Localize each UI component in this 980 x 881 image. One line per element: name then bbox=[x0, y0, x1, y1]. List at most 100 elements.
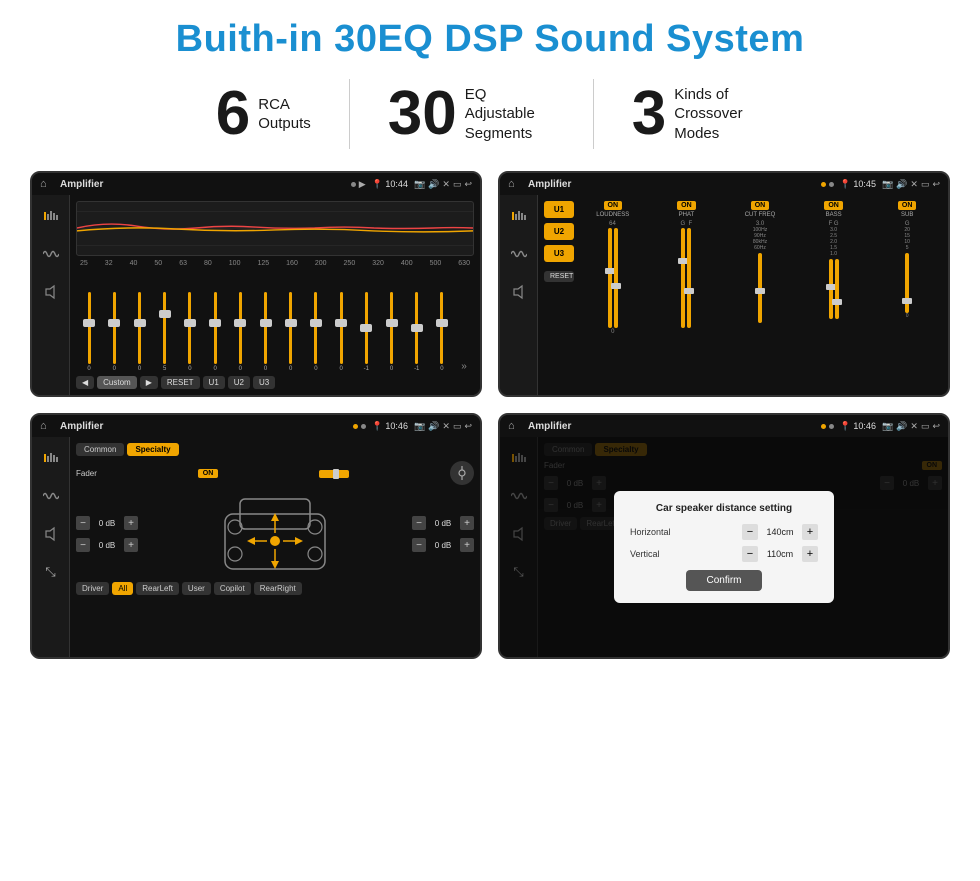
eq-custom-btn[interactable]: Custom bbox=[97, 376, 137, 389]
stat-number-6: 6 bbox=[216, 83, 250, 145]
eq-u3-btn[interactable]: U3 bbox=[253, 376, 275, 389]
eq-band-7[interactable]: 0 bbox=[229, 292, 251, 372]
speaker-diagram-area: − 0 dB + − 0 dB + bbox=[76, 489, 474, 579]
eq-band-1[interactable]: 0 bbox=[78, 292, 100, 372]
btn-user[interactable]: User bbox=[182, 582, 211, 595]
horizontal-plus[interactable]: + bbox=[802, 524, 818, 540]
eq-band-10[interactable]: 0 bbox=[305, 292, 327, 372]
db-plus-rl[interactable]: + bbox=[124, 538, 138, 552]
dot-icon-1 bbox=[351, 182, 356, 187]
btn-copilot[interactable]: Copilot bbox=[214, 582, 251, 595]
preset-u2[interactable]: U2 bbox=[544, 223, 574, 240]
eq-band-3[interactable]: 0 bbox=[128, 292, 150, 372]
fader-content: ⤡ Common Specialty Fader ON bbox=[32, 437, 480, 657]
dot-icon-4a bbox=[821, 424, 826, 429]
fader-slider-mini[interactable] bbox=[319, 468, 349, 478]
fader-sidebar: ⤡ bbox=[32, 437, 70, 657]
phat-slider[interactable]: G F bbox=[681, 221, 693, 335]
sidebar-fader-expand-icon[interactable]: ⤡ bbox=[38, 559, 64, 585]
app-name-3: Amplifier bbox=[60, 421, 347, 432]
eq-band-4[interactable]: 5 bbox=[154, 292, 176, 372]
on-badge-loudness: ON bbox=[604, 201, 623, 210]
stat-label-crossover: Kinds ofCrossover Modes bbox=[674, 85, 764, 144]
preset-u3[interactable]: U3 bbox=[544, 245, 574, 262]
db-minus-fl[interactable]: − bbox=[76, 516, 90, 530]
db-control-rr: − 0 dB + bbox=[412, 538, 474, 552]
sidebar-wave-icon[interactable] bbox=[38, 241, 64, 267]
db-plus-fr[interactable]: + bbox=[460, 516, 474, 530]
db-minus-rr[interactable]: − bbox=[412, 538, 426, 552]
eq-band-6[interactable]: 0 bbox=[204, 292, 226, 372]
vol-icon-1: 🔊 bbox=[428, 179, 439, 190]
crossover-reset-btn[interactable]: RESET bbox=[544, 271, 574, 282]
crossover-channels: U1 U2 U3 RESET ON LOUDNESS bbox=[544, 201, 942, 335]
confirm-button[interactable]: Confirm bbox=[686, 570, 761, 591]
batt-icon-1: ▭ bbox=[453, 179, 462, 190]
time-1: 📍 10:44 bbox=[372, 179, 408, 190]
sidebar-fader-eq-icon[interactable] bbox=[38, 445, 64, 471]
eq-band-2[interactable]: 0 bbox=[103, 292, 125, 372]
sidebar-fader-wave-icon[interactable] bbox=[38, 483, 64, 509]
eq-reset-btn[interactable]: RESET bbox=[161, 376, 200, 389]
db-minus-rl[interactable]: − bbox=[76, 538, 90, 552]
home-icon-3: ⌂ bbox=[40, 419, 54, 433]
screen-distance: ⌂ Amplifier 📍 10:46 📷 🔊 ✕ ▭ ↩ bbox=[498, 413, 950, 659]
db-minus-fr[interactable]: − bbox=[412, 516, 426, 530]
dialog-overlay: Car speaker distance setting Horizontal … bbox=[500, 437, 948, 657]
more-icon[interactable]: » bbox=[456, 361, 472, 372]
sidebar-xover-speaker-icon[interactable] bbox=[506, 279, 532, 305]
crossover-content: U1 U2 U3 RESET ON LOUDNESS bbox=[500, 195, 948, 395]
sidebar-eq-icon[interactable] bbox=[38, 203, 64, 229]
bass-slider-1[interactable] bbox=[829, 259, 833, 319]
fader-settings-icon[interactable] bbox=[450, 461, 474, 485]
btn-all[interactable]: All bbox=[112, 582, 133, 595]
bass-slider-2[interactable] bbox=[835, 259, 839, 319]
tab-common[interactable]: Common bbox=[76, 443, 124, 456]
vertical-minus[interactable]: − bbox=[742, 546, 758, 562]
eq-band-15[interactable]: 0 bbox=[431, 292, 453, 372]
btn-driver[interactable]: Driver bbox=[76, 582, 109, 595]
screens-grid: ⌂ Amplifier ▶ 📍 10:44 📷 🔊 ✕ ▭ ↩ bbox=[30, 171, 950, 659]
eq-prev-btn[interactable]: ◀ bbox=[76, 376, 94, 389]
eq-band-11[interactable]: 0 bbox=[330, 292, 352, 372]
fader-main-area: Common Specialty Fader ON bbox=[70, 437, 480, 657]
speaker-buttons: Driver All RearLeft User Copilot RearRig… bbox=[76, 582, 474, 595]
eq-band-5[interactable]: 0 bbox=[179, 292, 201, 372]
back-icon-2: ↩ bbox=[932, 179, 940, 190]
back-icon-3: ↩ bbox=[464, 421, 472, 432]
ch-sub-label: SUB bbox=[901, 212, 913, 218]
eq-play-btn[interactable]: ▶ bbox=[140, 376, 158, 389]
btn-rearright[interactable]: RearRight bbox=[254, 582, 302, 595]
dot-icon-3a bbox=[353, 424, 358, 429]
tab-specialty[interactable]: Specialty bbox=[127, 443, 178, 456]
stat-eq: 30 EQ AdjustableSegments bbox=[350, 83, 593, 145]
sidebar-fader-speaker-icon[interactable] bbox=[38, 521, 64, 547]
btn-rearleft[interactable]: RearLeft bbox=[136, 582, 179, 595]
cutfreq-slider[interactable] bbox=[758, 253, 762, 323]
stats-row: 6 RCAOutputs 30 EQ AdjustableSegments 3 … bbox=[30, 79, 950, 149]
status-bar-3: ⌂ Amplifier 📍 10:46 📷 🔊 ✕ ▭ ↩ bbox=[32, 415, 480, 437]
app-name-4: Amplifier bbox=[528, 421, 815, 432]
sub-slider[interactable] bbox=[905, 253, 909, 313]
sidebar-xover-eq-icon[interactable] bbox=[506, 203, 532, 229]
eq-band-9[interactable]: 0 bbox=[280, 292, 302, 372]
time-3: 📍 10:46 bbox=[372, 421, 408, 432]
eq-u1-btn[interactable]: U1 bbox=[203, 376, 225, 389]
eq-band-14[interactable]: -1 bbox=[406, 292, 428, 372]
stat-number-30: 30 bbox=[388, 83, 457, 145]
horizontal-minus[interactable]: − bbox=[742, 524, 758, 540]
sidebar-speaker-icon[interactable] bbox=[38, 279, 64, 305]
db-plus-rr[interactable]: + bbox=[460, 538, 474, 552]
preset-u1[interactable]: U1 bbox=[544, 201, 574, 218]
vol-icon-2: 🔊 bbox=[896, 179, 907, 190]
eq-u2-btn[interactable]: U2 bbox=[228, 376, 250, 389]
loudness-slider[interactable]: 64 0 bbox=[608, 221, 618, 335]
eq-band-13[interactable]: 0 bbox=[380, 292, 402, 372]
db-control-fl: − 0 dB + bbox=[76, 516, 138, 530]
eq-band-8[interactable]: 0 bbox=[254, 292, 276, 372]
cam-icon-4: 📷 bbox=[882, 421, 893, 432]
eq-band-12[interactable]: -1 bbox=[355, 292, 377, 372]
db-plus-fl[interactable]: + bbox=[124, 516, 138, 530]
sidebar-xover-wave-icon[interactable] bbox=[506, 241, 532, 267]
vertical-plus[interactable]: + bbox=[802, 546, 818, 562]
